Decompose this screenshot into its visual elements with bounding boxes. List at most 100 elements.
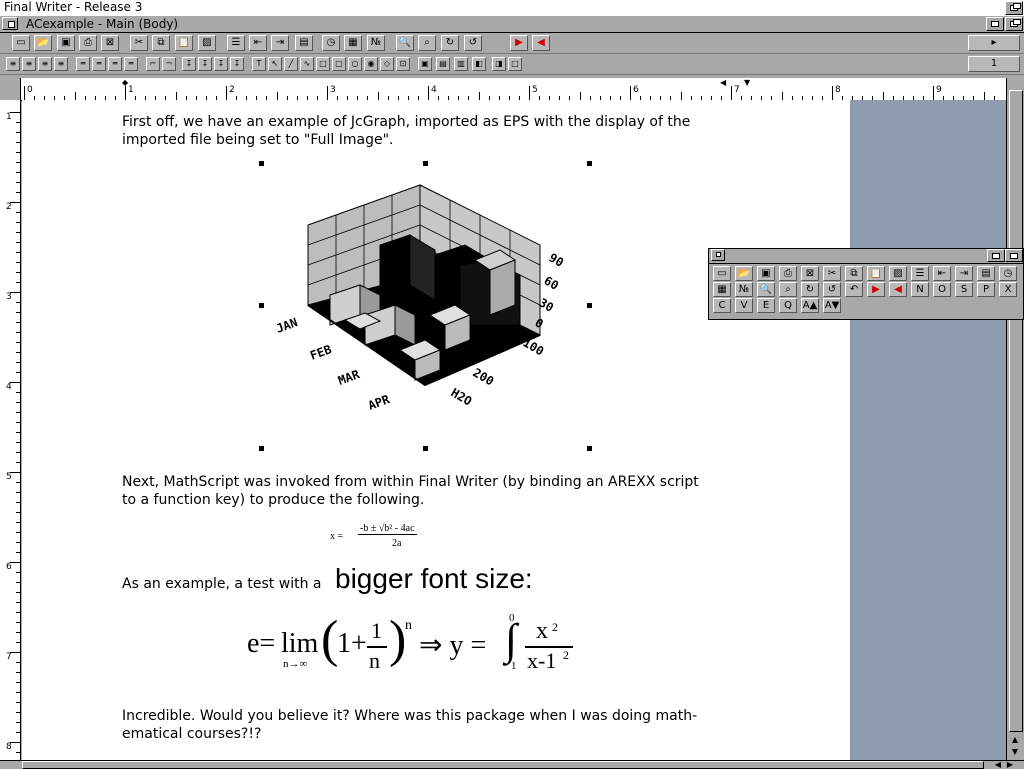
redo-icon[interactable]: ↻ [801, 282, 819, 297]
toolbox-zoom-gadget[interactable] [987, 249, 1005, 262]
font-bigger-icon[interactable]: A▲ [801, 298, 819, 313]
v-button-icon[interactable]: V [735, 298, 753, 313]
print-icon[interactable]: ⎙ [779, 266, 797, 281]
window-title-bar[interactable]: ACexample - Main (Body) [0, 16, 1024, 33]
paragraph-3-prefix[interactable]: As an example, a test with a [122, 575, 321, 593]
outdent-icon[interactable]: ⇤ [933, 266, 951, 281]
calendar-icon[interactable]: ▦ [344, 35, 362, 51]
ellipse-tool-icon[interactable]: ○ [348, 57, 362, 71]
scroll-down-arrow-icon[interactable]: ▼ [1011, 748, 1019, 756]
paragraph-4-line-2[interactable]: ematical courses?!? [122, 725, 261, 743]
find-magnifier-icon[interactable]: 🔍 [396, 35, 414, 51]
toolbox-depth-gadget[interactable] [1005, 249, 1023, 262]
s-button-icon[interactable]: S [955, 282, 973, 297]
screen-depth-gadget[interactable] [1005, 1, 1023, 15]
window-close-button[interactable] [2, 17, 18, 30]
play-back-icon[interactable]: ◀ [889, 282, 907, 297]
align-center-icon[interactable]: ≡ [22, 57, 36, 71]
pointer-tool-icon[interactable]: ↖ [268, 57, 282, 71]
rectangle-tool-icon[interactable]: □ [316, 57, 330, 71]
crop-tool-icon[interactable]: ⊡ [396, 57, 410, 71]
paste-clipboard-icon[interactable]: 📋 [175, 35, 193, 51]
window-depth-gadget[interactable] [1005, 17, 1023, 31]
page-next-button[interactable]: ▸ [968, 35, 1020, 51]
copy-icon[interactable]: ⧉ [845, 266, 863, 281]
play-forward-icon[interactable]: ▶ [867, 282, 885, 297]
align-justify-icon[interactable]: ≡ [54, 57, 68, 71]
x-button-icon[interactable]: X [999, 282, 1017, 297]
page-layout-icon[interactable]: ▤ [295, 35, 313, 51]
line-spacing-double-icon[interactable]: ═ [108, 57, 122, 71]
toolbox-close-button[interactable] [711, 249, 725, 261]
line-spacing-custom-icon[interactable]: ═ [124, 57, 138, 71]
tab-stop-marker-icon[interactable]: ▼ [744, 78, 750, 87]
play-back-icon[interactable]: ◀ [532, 35, 550, 51]
selection-handle[interactable] [587, 446, 592, 451]
polygon-tool-icon[interactable]: ◇ [380, 57, 394, 71]
line-spacing-single-icon[interactable]: ═ [76, 57, 90, 71]
o-button-icon[interactable]: O [933, 282, 951, 297]
open-folder-icon[interactable]: 📂 [34, 35, 52, 51]
cut-scissors-icon[interactable]: ✂ [823, 266, 841, 281]
line-tool-icon[interactable]: ╱ [284, 57, 298, 71]
freehand-tool-icon[interactable]: ∿ [300, 57, 314, 71]
undo-icon[interactable]: ↺ [823, 282, 841, 297]
page-layout-icon[interactable]: ▤ [977, 266, 995, 281]
selection-handle[interactable] [423, 446, 428, 451]
floating-toolbox[interactable]: ▭ 📂 ▣ ⎙ ⊠ ✂ ⧉ 📋 ▨ ☰ ⇤ ⇥ ▤ ◷ ▦ № 🔍 ⌕ ↻ ↺ ↶ ▶ ◀ N O S P X C V E Q A▲ A▼ [708, 248, 1024, 320]
new-document-icon[interactable]: ▭ [713, 266, 731, 281]
bullet-list-icon[interactable]: ☰ [227, 35, 245, 51]
selection-handle[interactable] [259, 446, 264, 451]
page-number-icon[interactable]: № [367, 35, 385, 51]
find-replace-icon[interactable]: ⌕ [779, 282, 797, 297]
font-smaller-icon[interactable]: A▼ [823, 298, 841, 313]
tab-down-2-icon[interactable]: ↧ [198, 57, 212, 71]
page-number-field[interactable]: 1 [968, 56, 1020, 72]
find-magnifier-icon[interactable]: 🔍 [757, 282, 775, 297]
e-button-icon[interactable]: E [757, 298, 775, 313]
redo-icon[interactable]: ↻ [441, 35, 459, 51]
open-folder-icon[interactable]: 📂 [735, 266, 753, 281]
close-document-icon[interactable]: ⊠ [801, 266, 819, 281]
print-icon[interactable]: ⎙ [79, 35, 97, 51]
play-forward-icon[interactable]: ▶ [510, 35, 528, 51]
insert-picture-icon[interactable]: ▨ [889, 266, 907, 281]
save-disk-icon[interactable]: ▣ [757, 266, 775, 281]
paragraph-1-line-1[interactable]: First off, we have an example of JcGraph… [122, 113, 690, 131]
copy-icon[interactable]: ⧉ [152, 35, 170, 51]
paragraph-4-line-1[interactable]: Incredible. Would you believe it? Where … [122, 707, 697, 725]
rounded-rect-tool-icon[interactable]: ▢ [332, 57, 346, 71]
p-button-icon[interactable]: P [977, 282, 995, 297]
q-button-icon[interactable]: Q [779, 298, 797, 313]
vertical-scrollbar[interactable]: ▲ ▼ [1006, 78, 1024, 760]
euler-limit-formula[interactable]: e= lim n→∞ ( 1+ 1 n ) n ⇒ y = 0 ∫ 1 x 2 … [247, 608, 587, 678]
indent-icon[interactable]: ⇥ [271, 35, 289, 51]
ungroup-icon[interactable]: ▥ [454, 57, 468, 71]
paste-clipboard-icon[interactable]: 📋 [867, 266, 885, 281]
insert-picture-icon[interactable]: ▨ [198, 35, 216, 51]
horizontal-ruler[interactable]: 0 1 2 3 4 5 6 7 8 9 ◆ ◀ ▼ [20, 78, 1006, 101]
n-button-icon[interactable]: N [911, 282, 929, 297]
align-right-icon[interactable]: ≡ [38, 57, 52, 71]
cut-scissors-icon[interactable]: ✂ [130, 35, 148, 51]
group-icon[interactable]: ▤ [436, 57, 450, 71]
paragraph-1-line-2[interactable]: imported file being set to "Full Image". [122, 131, 393, 149]
right-margin-marker-icon[interactable]: ◀ [720, 78, 726, 87]
paragraph-2-line-1[interactable]: Next, MathScript was invoked from within… [122, 473, 699, 491]
left-margin-marker-icon[interactable]: ◆ [122, 78, 128, 87]
c-button-icon[interactable]: C [713, 298, 731, 313]
undo-icon[interactable]: ↺ [464, 35, 482, 51]
vertical-scroll-thumb[interactable] [1009, 90, 1023, 732]
send-back-icon[interactable]: ◨ [492, 57, 506, 71]
paragraph-3-big-text[interactable]: bigger font size: [335, 562, 533, 596]
align-left-icon[interactable]: ≡ [6, 57, 20, 71]
find-replace-icon[interactable]: ⌕ [418, 35, 436, 51]
save-disk-icon[interactable]: ▣ [57, 35, 75, 51]
indent-icon[interactable]: ⇥ [955, 266, 973, 281]
calendar-icon[interactable]: ▦ [713, 282, 731, 297]
clock-date-icon[interactable]: ◷ [322, 35, 340, 51]
window-zoom-gadget[interactable] [986, 17, 1004, 31]
tab-down-4-icon[interactable]: ↧ [230, 57, 244, 71]
line-spacing-onehalf-icon[interactable]: ═ [92, 57, 106, 71]
clock-date-icon[interactable]: ◷ [999, 266, 1017, 281]
